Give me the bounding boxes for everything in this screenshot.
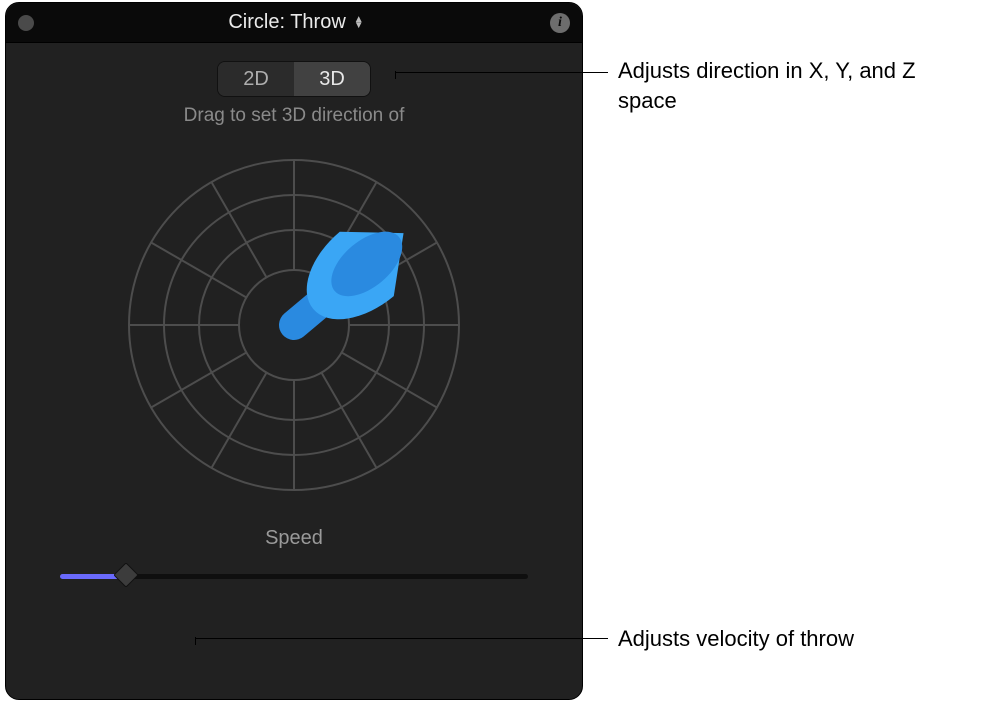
updown-stepper-icon: ▲▼ [354, 17, 364, 29]
dial-svg [124, 155, 464, 495]
titlebar: Circle: Throw ▲▼ i [6, 3, 582, 43]
dimension-toggle: 2D 3D [217, 61, 371, 97]
info-icon[interactable]: i [550, 13, 570, 33]
panel-body: 2D 3D Drag to set 3D direction of Speed [6, 43, 582, 608]
segment-3d[interactable]: 3D [294, 62, 370, 96]
callout-speed-text: Adjusts velocity of throw [618, 626, 854, 651]
segment-2d[interactable]: 2D [218, 62, 294, 96]
hud-panel: Circle: Throw ▲▼ i 2D 3D Drag to set 3D … [5, 2, 583, 700]
panel-title: Circle: Throw [228, 11, 345, 34]
title-popup[interactable]: Circle: Throw ▲▼ [42, 11, 550, 34]
callout-speed: Adjusts velocity of throw [618, 624, 958, 654]
speed-label: Speed [20, 527, 568, 550]
slider-thumb[interactable] [113, 562, 138, 587]
close-window-dot[interactable] [18, 15, 34, 31]
direction-hint: Drag to set 3D direction of [20, 105, 568, 127]
speed-slider[interactable] [60, 564, 528, 588]
direction-dial[interactable] [124, 155, 464, 495]
callout-direction: Adjusts direction in X, Y, and Z space [618, 56, 958, 115]
callout-direction-text: Adjusts direction in X, Y, and Z space [618, 58, 916, 113]
